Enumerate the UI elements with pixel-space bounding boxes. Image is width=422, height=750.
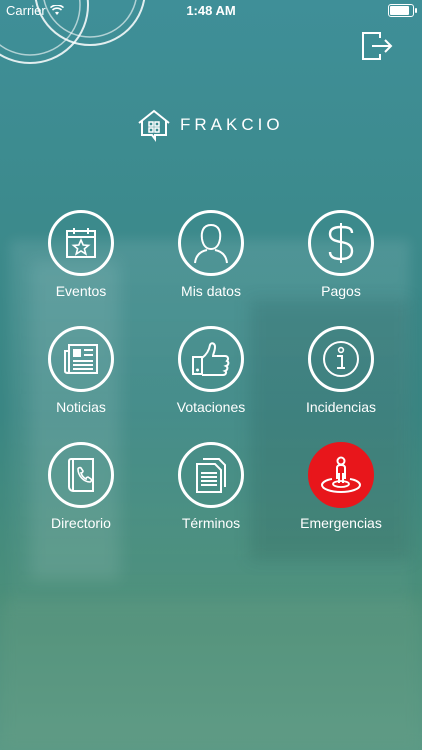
menu-item-eventos[interactable]: Eventos [21,210,141,320]
menu-label-noticias: Noticias [56,399,106,415]
thumbs-up-icon [192,342,230,376]
logout-icon[interactable] [360,30,394,62]
menu-label-mis-datos: Mis datos [181,283,241,299]
menu-item-incidencias[interactable]: Incidencias [281,326,401,436]
votaciones-icon-circle [178,326,244,392]
menu-item-directorio[interactable]: Directorio [21,442,141,552]
decorative-circles [0,0,146,64]
brand-logo: FRAKCIO [136,108,284,142]
house-chat-icon [138,109,170,142]
menu-item-emergencias[interactable]: Emergencias [281,442,401,552]
directorio-icon-circle [48,442,114,508]
emergencias-icon-circle [308,442,374,508]
documents-icon [196,458,226,493]
phone-book-icon [68,458,94,492]
mis-datos-icon-circle [178,210,244,276]
user-icon [194,223,228,264]
menu-label-directorio: Directorio [51,515,111,531]
menu-item-mis-datos[interactable]: Mis datos [151,210,271,320]
menu-label-pagos: Pagos [321,283,361,299]
menu-item-noticias[interactable]: Noticias [21,326,141,436]
menu-item-terminos[interactable]: Términos [151,442,271,552]
info-icon [323,341,359,377]
calendar-star-icon [66,228,96,258]
menu-label-emergencias: Emergencias [300,515,382,531]
battery-icon [388,4,417,17]
brand-name: FRAKCIO [180,115,284,134]
incidencias-icon-circle [308,326,374,392]
menu-label-incidencias: Incidencias [305,399,377,415]
menu-label-terminos: Términos [181,515,241,531]
menu-label-eventos: Eventos [55,283,107,299]
menu-item-votaciones[interactable]: Votaciones [151,326,271,436]
background-ground [0,600,422,750]
menu-item-pagos[interactable]: Pagos [281,210,401,320]
pagos-icon-circle [308,210,374,276]
location-person-icon [320,456,362,494]
newspaper-icon [64,344,98,374]
eventos-icon-circle [48,210,114,276]
dollar-icon [328,223,354,263]
noticias-icon-circle [48,326,114,392]
menu-label-votaciones: Votaciones [176,399,246,415]
terminos-icon-circle [178,442,244,508]
